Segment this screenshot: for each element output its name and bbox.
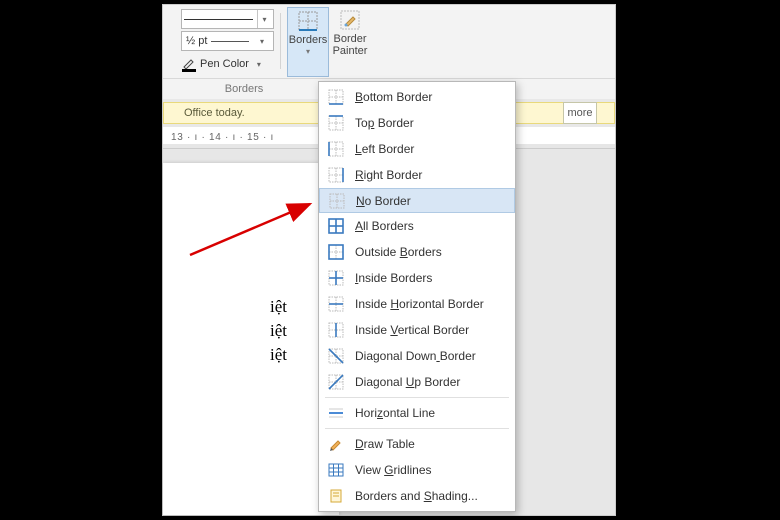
- shading-border-icon: [327, 487, 345, 505]
- diagup-border-icon: [327, 373, 345, 391]
- menu-item-label: Diagonal Down Border: [355, 349, 507, 363]
- menu-separator: [325, 428, 509, 429]
- menu-item-label: Inside Borders: [355, 271, 507, 285]
- menu-item-shading[interactable]: Borders and Shading...: [319, 483, 515, 509]
- text-line: iệt: [163, 295, 339, 319]
- none-border-icon: [328, 192, 346, 210]
- pen-color-label: Pen Color: [200, 58, 249, 70]
- inside-border-icon: [327, 269, 345, 287]
- borders-icon: [297, 10, 319, 32]
- menu-item-outside[interactable]: Outside Borders: [319, 239, 515, 265]
- border-painter-label-2: Painter: [333, 45, 368, 57]
- menu-item-diagdown[interactable]: Diagonal Down Border: [319, 343, 515, 369]
- menu-separator: [325, 397, 509, 398]
- learn-more-label: more: [567, 107, 592, 119]
- border-painter-button[interactable]: Border Painter: [329, 7, 371, 77]
- ruler-ticks: 13 · ı · 14 · ı · 15 · ı: [171, 132, 274, 143]
- menu-item-hline[interactable]: Horizontal Line: [319, 400, 515, 426]
- text-line: iệt: [163, 343, 339, 367]
- menu-item-insideh[interactable]: Inside Horizontal Border: [319, 291, 515, 317]
- menu-item-none[interactable]: No Border: [319, 188, 515, 213]
- line-weight-dropdown[interactable]: ½ pt ▾: [181, 31, 274, 51]
- menu-item-all[interactable]: All Borders: [319, 213, 515, 239]
- menu-item-label: No Border: [356, 194, 506, 208]
- hline-border-icon: [327, 404, 345, 422]
- learn-more-button[interactable]: more: [563, 102, 597, 124]
- borders-button-label: Borders: [289, 34, 328, 46]
- menu-item-label: Borders and Shading...: [355, 489, 507, 503]
- menu-item-label: Horizontal Line: [355, 406, 507, 420]
- diagdown-border-icon: [327, 347, 345, 365]
- all-border-icon: [327, 217, 345, 235]
- line-style-dropdown[interactable]: ▾: [181, 9, 274, 29]
- menu-item-diagup[interactable]: Diagonal Up Border: [319, 369, 515, 395]
- paint-brush-icon: [339, 9, 361, 31]
- chevron-down-icon: ▾: [257, 10, 271, 28]
- left-border-icon: [327, 140, 345, 158]
- menu-item-label: Bottom Border: [355, 90, 507, 104]
- insidev-border-icon: [327, 321, 345, 339]
- weight-line-preview: [211, 41, 249, 42]
- line-weight-value: ½ pt: [186, 35, 207, 47]
- menu-item-top[interactable]: Top Border: [319, 110, 515, 136]
- word-window-crop: ▾ ½ pt ▾ Pen Color ▾: [162, 4, 616, 516]
- pen-color-dropdown[interactable]: Pen Color ▾: [181, 53, 274, 75]
- menu-item-label: Outside Borders: [355, 245, 507, 259]
- line-style-preview: [184, 19, 253, 20]
- menu-item-insidev[interactable]: Inside Vertical Border: [319, 317, 515, 343]
- ribbon-group-label: Borders: [199, 83, 289, 95]
- menu-item-label: Left Border: [355, 142, 507, 156]
- chevron-down-icon: ▾: [252, 53, 266, 75]
- borders-split-button[interactable]: Borders ▾: [287, 7, 329, 77]
- menu-item-label: Right Border: [355, 168, 507, 182]
- chevron-down-icon: ▾: [255, 32, 269, 50]
- top-border-icon: [327, 114, 345, 132]
- ribbon-borders-chunk: ▾ ½ pt ▾ Pen Color ▾: [163, 5, 615, 79]
- text-line: iệt: [163, 319, 339, 343]
- menu-item-gridlines[interactable]: View Gridlines: [319, 457, 515, 483]
- menu-item-inside[interactable]: Inside Borders: [319, 265, 515, 291]
- menu-item-label: Draw Table: [355, 437, 507, 451]
- bottom-border-icon: [327, 88, 345, 106]
- gridlines-border-icon: [327, 461, 345, 479]
- menu-item-label: Top Border: [355, 116, 507, 130]
- message-bar-text: Office today.: [184, 107, 245, 119]
- right-border-icon: [327, 166, 345, 184]
- menu-item-label: Inside Horizontal Border: [355, 297, 507, 311]
- borders-dropdown-menu: Bottom Border Top Border Left Border Right …: [318, 81, 516, 512]
- border-painter-label-1: Border: [333, 33, 366, 45]
- menu-item-draw[interactable]: Draw Table: [319, 431, 515, 457]
- chevron-down-icon: ▾: [306, 46, 310, 58]
- menu-item-label: Inside Vertical Border: [355, 323, 507, 337]
- menu-item-label: All Borders: [355, 219, 507, 233]
- menu-item-label: Diagonal Up Border: [355, 375, 507, 389]
- insideh-border-icon: [327, 295, 345, 313]
- outside-border-icon: [327, 243, 345, 261]
- menu-item-bottom[interactable]: Bottom Border: [319, 84, 515, 110]
- menu-item-left[interactable]: Left Border: [319, 136, 515, 162]
- menu-item-right[interactable]: Right Border: [319, 162, 515, 188]
- menu-item-label: View Gridlines: [355, 463, 507, 477]
- draw-border-icon: [327, 435, 345, 453]
- pen-icon: [181, 56, 197, 72]
- ribbon-divider: [280, 13, 281, 69]
- page[interactable]: iệt iệt iệt: [163, 163, 339, 515]
